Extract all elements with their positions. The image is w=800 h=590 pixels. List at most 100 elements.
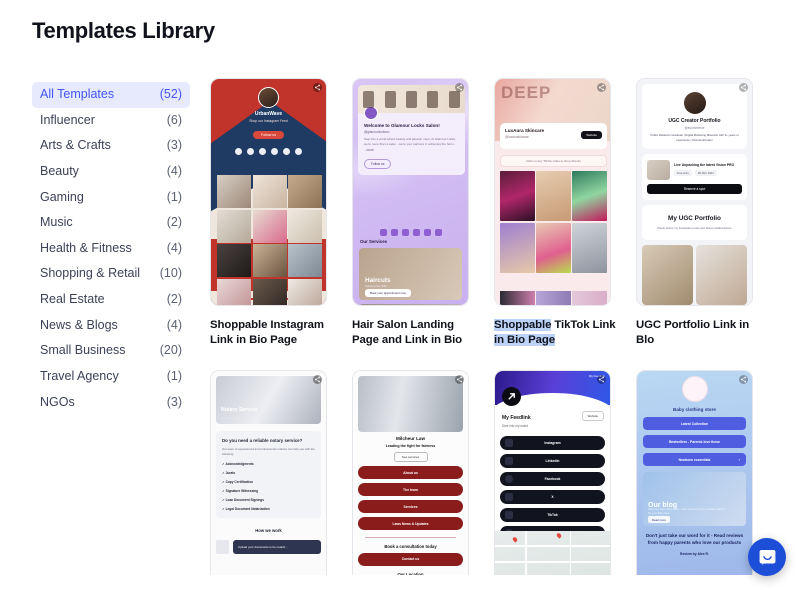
share-icon[interactable] [739,83,748,92]
read-more-button[interactable]: Read more [648,516,670,524]
sidebar-item-arts-crafts[interactable]: Arts & Crafts (3) [32,133,190,159]
template-card-my-feedlink[interactable]: My Feedlink My Feedlink Dive into my wor… [494,370,626,576]
facebook-icon[interactable] [235,148,242,155]
map-embed[interactable] [495,531,610,576]
link-tiktok[interactable]: TikTok [500,508,605,523]
video-thumb[interactable] [500,291,535,305]
contact-us-button[interactable]: Contact us [358,552,463,566]
portfolio-image[interactable] [696,244,747,305]
sidebar-item-count: (3) [166,394,182,409]
grid-image[interactable] [288,209,322,243]
link-services[interactable]: Services [358,500,463,514]
template-card-shoppable-instagram[interactable]: UrbanWave Shop our Instagram Feed Follow… [210,78,342,348]
portfolio-image[interactable] [642,244,693,305]
template-card-baby-store[interactable]: Baby clothing store Latest Collection Be… [636,370,768,576]
follow-button[interactable]: Follow us [364,159,392,169]
grid-image[interactable] [252,209,287,243]
video-thumb[interactable] [500,222,535,273]
sidebar-item-label: Influencer [40,112,95,127]
link-instagram[interactable]: Instagram [500,436,605,451]
pinterest-icon[interactable] [283,148,290,155]
button-bestsellers[interactable]: Bestsellers - Parents love these [643,435,746,449]
share-icon[interactable] [455,83,464,92]
video-thumb[interactable] [536,171,571,221]
template-thumbnail[interactable]: Welcome to Glamour Locks Salon! @glamour… [352,78,469,306]
button-newborn-essentials[interactable]: Newborn essentials › [643,453,746,467]
link-about-us[interactable]: About us [358,466,463,480]
grid-image[interactable] [288,244,322,277]
link-facebook[interactable]: Facebook [500,472,605,487]
template-thumbnail[interactable]: My Feedlink My Feedlink Dive into my wor… [494,370,611,576]
grid-image[interactable] [217,175,251,208]
sidebar-item-beauty[interactable]: Beauty (4) [32,159,190,185]
website-button[interactable]: Website [581,131,602,139]
service-card-hair-coloring[interactable]: Hair coloring Starting from $80 Book you… [359,304,462,305]
share-icon[interactable] [313,375,322,385]
tiktok-icon[interactable] [259,148,266,155]
grid-image[interactable] [217,244,251,277]
video-thumb[interactable] [572,222,607,273]
template-card-shoppable-tiktok[interactable]: DEEP LuxAura Skincare @luxaurskincare We… [494,78,626,348]
sidebar-item-music[interactable]: Music (2) [32,210,190,236]
grid-image[interactable] [252,175,287,208]
video-thumb[interactable] [572,291,608,305]
template-card-notary-service[interactable]: Notary Service Where Integrity meets Aut… [210,370,342,576]
share-icon[interactable] [455,375,464,385]
youtube-icon[interactable] [271,148,278,155]
blog-card[interactable]: Our blog Read our latest blog posts - fr… [643,472,746,527]
video-thumb[interactable] [536,222,571,273]
service-card-haircuts[interactable]: Haircuts Starting from $30 Book your app… [359,248,462,300]
map-pin-icon [511,536,519,543]
template-thumbnail[interactable]: UGC Creator Portfolio @ecommerce Public … [636,78,753,306]
follow-button[interactable]: Follow us [252,131,285,139]
sidebar-item-travel-agency[interactable]: Travel Agency (1) [32,364,190,390]
more-link[interactable]: ...more [364,148,459,152]
linkedin-icon[interactable] [295,148,302,155]
grid-image[interactable] [217,209,251,243]
sidebar-item-health-fitness[interactable]: Health & Fitness (4) [32,236,190,262]
instagram-icon[interactable] [247,148,254,155]
blog-sub: Read our latest blog posts - from parent… [648,507,725,515]
video-thumb[interactable] [572,171,607,221]
template-thumbnail[interactable]: Milcheur Law Leading the fight for fairn… [352,370,469,576]
link-label: Instagram [544,441,561,446]
sidebar-item-gaming[interactable]: Gaming (1) [32,185,190,211]
template-thumbnail[interactable]: Notary Service Where Integrity meets Aut… [210,370,327,576]
share-icon[interactable] [597,375,606,385]
website-button[interactable]: Website [581,411,604,422]
share-icon[interactable] [313,83,322,92]
template-thumbnail[interactable]: UrbanWave Shop our Instagram Feed Follow… [210,78,327,306]
sidebar-item-ngos[interactable]: NGOs (3) [32,390,190,416]
sidebar-item-label: Gaming [40,189,84,204]
button-latest-collection[interactable]: Latest Collection [643,417,746,431]
template-thumbnail[interactable]: DEEP LuxAura Skincare @luxaurskincare We… [494,78,611,306]
see-services-button[interactable]: See services [393,452,428,463]
chat-widget-button[interactable] [748,538,786,576]
template-card-law-firm[interactable]: Milcheur Law Leading the fight for fairn… [352,370,484,576]
link-the-team[interactable]: The team [358,483,463,497]
template-thumbnail[interactable]: Baby clothing store Latest Collection Be… [636,370,753,576]
grid-image[interactable] [217,278,251,305]
link-x[interactable]: X [500,490,605,505]
link-linkedin[interactable]: LinkedIn [500,454,605,469]
share-icon[interactable] [739,375,748,385]
grid-image[interactable] [288,175,322,208]
sidebar-item-small-business[interactable]: Small Business (20) [32,338,190,364]
share-icon[interactable] [597,83,606,92]
grid-image[interactable] [252,244,287,277]
sidebar-item-shopping-retail[interactable]: Shopping & Retail (10) [32,261,190,287]
sidebar-item-influencer[interactable]: Influencer (6) [32,108,190,134]
grid-image[interactable] [288,278,322,305]
sidebar-item-news-blogs[interactable]: News & Blogs (4) [32,313,190,339]
reserve-button[interactable]: Reserve a spot [647,183,742,194]
sidebar-item-real-estate[interactable]: Real Estate (2) [32,287,190,313]
grid-image[interactable] [252,278,287,305]
template-card-hair-salon[interactable]: Welcome to Glamour Locks Salon! @glamour… [352,78,484,348]
video-thumb[interactable] [536,291,571,305]
video-thumb[interactable] [500,171,535,221]
link-news-updates[interactable]: Laws News & Updates [358,517,463,531]
book-button[interactable]: Book your appointment now [365,289,411,297]
sidebar-item-all-templates[interactable]: All Templates (52) [32,82,190,108]
template-card-ugc-portfolio[interactable]: UGC Creator Portfolio @ecommerce Public … [636,78,768,348]
step-label[interactable]: Upload your documents to be notariz... [233,539,321,554]
